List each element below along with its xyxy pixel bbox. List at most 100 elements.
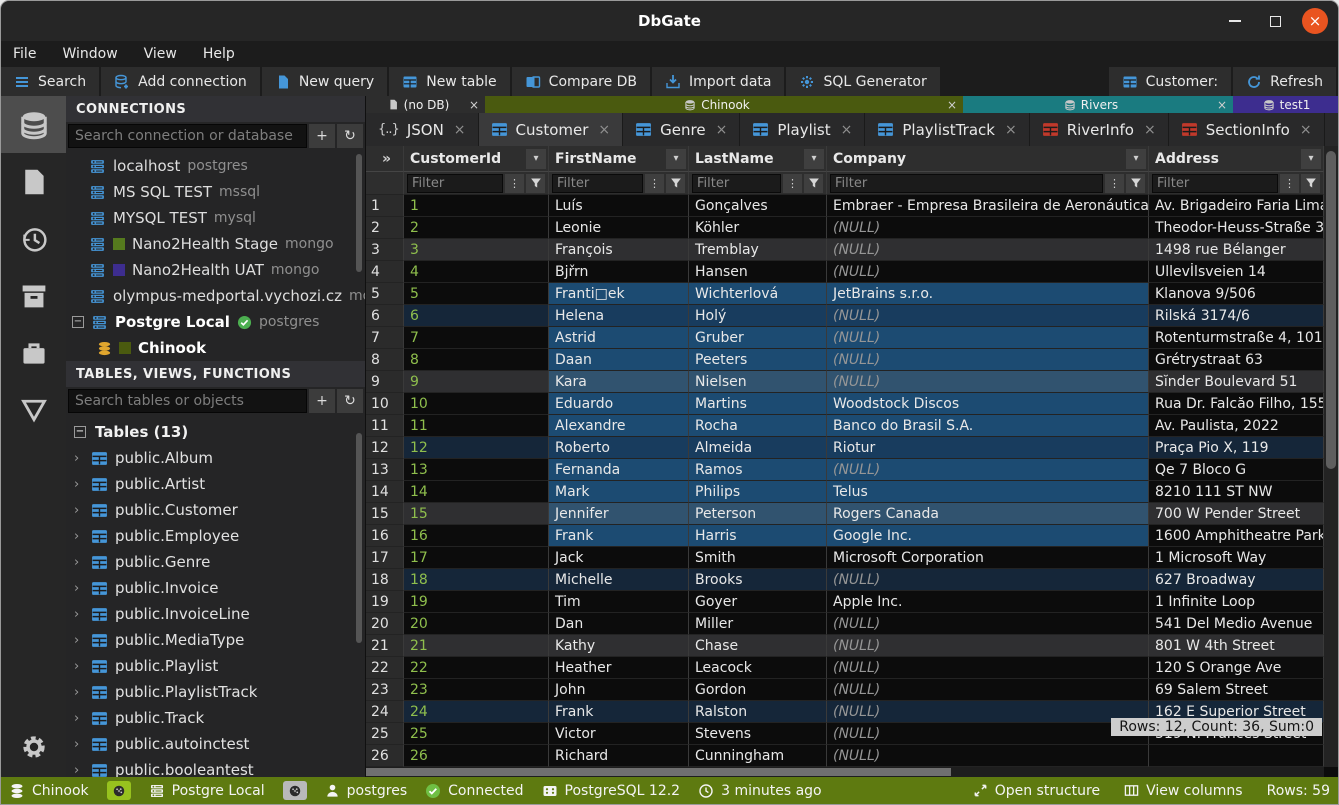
cell-first[interactable]: Tim	[549, 591, 689, 613]
maximize-button[interactable]	[1262, 8, 1288, 34]
table-item[interactable]: ›public.PlaylistTrack	[66, 679, 365, 705]
tab-group-test1[interactable]: test1	[1233, 96, 1338, 113]
cell-last[interactable]: Ralston	[689, 701, 827, 723]
column-header-firstname[interactable]: FirstName▾	[549, 146, 689, 172]
chevron-down-icon[interactable]: ▾	[666, 149, 686, 169]
toolbar-new-query-button[interactable]: New query	[262, 67, 387, 96]
cell-first[interactable]: John	[549, 679, 689, 701]
cell-id[interactable]: 23	[404, 679, 549, 701]
cell-last[interactable]: Holý	[689, 305, 827, 327]
cell-address[interactable]	[1149, 745, 1324, 767]
row-number[interactable]: 20	[366, 613, 404, 635]
toolbar-refresh-button[interactable]: Refresh	[1233, 67, 1336, 96]
column-header-lastname[interactable]: LastName▾	[689, 146, 827, 172]
cell-last[interactable]: Nielsen	[689, 371, 827, 393]
cell-id[interactable]: 6	[404, 305, 549, 327]
close-icon[interactable]: ×	[841, 122, 853, 138]
connection-item[interactable]: −Postgre Localpostgres	[66, 309, 365, 335]
cell-last[interactable]: Harris	[689, 525, 827, 547]
cell-first[interactable]: Michelle	[549, 569, 689, 591]
row-number[interactable]: 13	[366, 459, 404, 481]
menu-file[interactable]: File	[13, 46, 36, 62]
cell-first[interactable]: Alexandre	[549, 415, 689, 437]
cell-id[interactable]: 21	[404, 635, 549, 657]
cell-last[interactable]: Gonçalves	[689, 195, 827, 217]
cell-company[interactable]: (NULL)	[827, 657, 1149, 679]
cell-id[interactable]: 13	[404, 459, 549, 481]
cell-id[interactable]: 26	[404, 745, 549, 767]
cell-address[interactable]: 1498 rue Bélanger	[1149, 239, 1324, 261]
cell-address[interactable]: 120 S Orange Ave	[1149, 657, 1324, 679]
cell-id[interactable]: 16	[404, 525, 549, 547]
cell-company[interactable]: (NULL)	[827, 723, 1149, 745]
connections-scrollbar[interactable]	[356, 154, 362, 272]
cell-last[interactable]: Leacock	[689, 657, 827, 679]
cell-id[interactable]: 12	[404, 437, 549, 459]
connection-item[interactable]: MYSQL TESTmysql	[66, 205, 365, 231]
toolbar-add-connection-button[interactable]: Add connection	[101, 67, 260, 96]
cell-last[interactable]: Martins	[689, 393, 827, 415]
cell-id[interactable]: 3	[404, 239, 549, 261]
close-icon[interactable]: ×	[947, 98, 957, 112]
cell-first[interactable]: Victor	[549, 723, 689, 745]
tab-playlist[interactable]: Playlist ×	[740, 113, 865, 146]
cell-address[interactable]: 69 Salem Street	[1149, 679, 1324, 701]
cell-address[interactable]: Grétrystraat 63	[1149, 349, 1324, 371]
cell-last[interactable]: Peeters	[689, 349, 827, 371]
cell-last[interactable]: Chase	[689, 635, 827, 657]
cell-company[interactable]: (NULL)	[827, 569, 1149, 591]
cell-id[interactable]: 22	[404, 657, 549, 679]
row-number[interactable]: 2	[366, 217, 404, 239]
cell-first[interactable]: Jennifer	[549, 503, 689, 525]
cell-company[interactable]: Riotur	[827, 437, 1149, 459]
collapse-icon[interactable]: −	[72, 316, 84, 328]
table-item[interactable]: ›public.Playlist	[66, 653, 365, 679]
cell-address[interactable]: 801 W 4th Street	[1149, 635, 1324, 657]
chevron-right-icon[interactable]: ›	[74, 685, 84, 700]
cell-id[interactable]: 9	[404, 371, 549, 393]
cell-company[interactable]: (NULL)	[827, 261, 1149, 283]
table-item[interactable]: ›public.booleantest	[66, 757, 365, 777]
cell-first[interactable]: Richard	[549, 745, 689, 767]
theme-badge-green[interactable]	[107, 781, 131, 800]
rail-plugins-button[interactable]	[1, 324, 66, 381]
rail-filters-button[interactable]	[1, 381, 66, 438]
kebab-menu-icon[interactable]: ⋮	[645, 174, 664, 193]
cell-last[interactable]: Gruber	[689, 327, 827, 349]
cell-address[interactable]: Praça Pio X, 119	[1149, 437, 1324, 459]
minimize-button[interactable]	[1222, 8, 1248, 34]
toolbar-import-data-button[interactable]: Import data	[652, 67, 784, 96]
cell-last[interactable]: Peterson	[689, 503, 827, 525]
cell-address[interactable]: Theodor-Heuss-Straße 34	[1149, 217, 1324, 239]
cell-last[interactable]: Goyer	[689, 591, 827, 613]
table-item[interactable]: ›public.MediaType	[66, 627, 365, 653]
filter-input-firstname[interactable]	[552, 174, 643, 193]
cell-last[interactable]: Miller	[689, 613, 827, 635]
cell-company[interactable]: Embraer - Empresa Brasileira de Aeronáut…	[827, 195, 1149, 217]
row-number[interactable]: 14	[366, 481, 404, 503]
close-button[interactable]: ×	[1302, 8, 1328, 34]
grid-vscroll-thumb[interactable]	[1326, 151, 1336, 469]
cell-first[interactable]: Kara	[549, 371, 689, 393]
table-item[interactable]: ›public.Customer	[66, 497, 365, 523]
cell-first[interactable]: Kathy	[549, 635, 689, 657]
cell-id[interactable]: 4	[404, 261, 549, 283]
cell-last[interactable]: Ramos	[689, 459, 827, 481]
table-item[interactable]: ›public.Track	[66, 705, 365, 731]
toolbar-customer--button[interactable]: Customer:	[1109, 67, 1231, 96]
cell-company[interactable]: Banco do Brasil S.A.	[827, 415, 1149, 437]
filter-input-lastname[interactable]	[692, 174, 781, 193]
table-item[interactable]: ›public.Artist	[66, 471, 365, 497]
collapse-icon[interactable]: −	[74, 426, 86, 438]
cell-id[interactable]: 5	[404, 283, 549, 305]
connection-item[interactable]: localhostpostgres	[66, 153, 365, 179]
tables-scrollbar[interactable]	[356, 433, 362, 643]
cell-address[interactable]: 541 Del Medio Avenue	[1149, 613, 1324, 635]
cell-first[interactable]: Roberto	[549, 437, 689, 459]
theme-badge-gray[interactable]	[283, 781, 307, 800]
menu-view[interactable]: View	[144, 46, 177, 62]
filter-funnel-icon[interactable]	[666, 174, 685, 193]
kebab-menu-icon[interactable]: ⋮	[1105, 174, 1124, 193]
connection-item[interactable]: olympus-medportal.vychozi.czmongo	[66, 283, 365, 309]
cell-company[interactable]: (NULL)	[827, 635, 1149, 657]
